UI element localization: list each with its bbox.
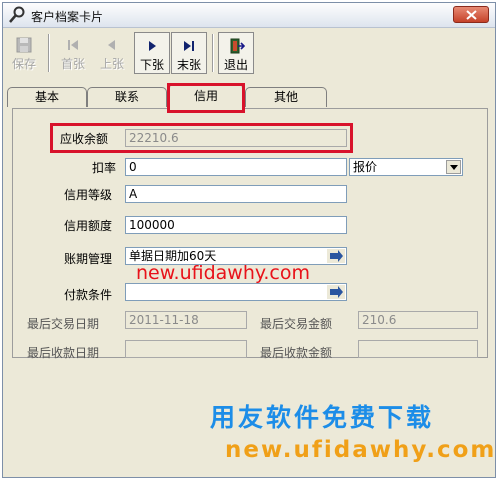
toolbar-separator — [48, 34, 50, 72]
watermark-banner-url: new.ufidawhy.com — [225, 437, 497, 463]
last-trade-amount-label: 最后交易金额 — [260, 317, 333, 331]
account-period-value: 单据日期加60天 — [129, 249, 217, 263]
receivable-highlight — [50, 123, 353, 153]
first-record-button[interactable]: 首张 — [54, 32, 92, 74]
reference-button[interactable] — [327, 285, 345, 299]
close-button[interactable] — [453, 6, 489, 23]
last-receipt-amount-label: 最后收款金额 — [260, 346, 333, 360]
first-record-label: 首张 — [60, 57, 85, 71]
next-record-icon — [149, 41, 156, 51]
credit-limit-field[interactable]: 100000 — [125, 216, 347, 234]
next-record-label: 下张 — [139, 58, 164, 72]
title-bar: 客户档案卡片 — [3, 3, 495, 28]
last-receipt-date-label: 最后收款日期 — [27, 346, 100, 360]
last-receipt-date-field — [125, 340, 247, 358]
credit-level-field[interactable]: A — [125, 185, 347, 203]
discount-rate-label: 扣率 — [92, 161, 117, 175]
account-period-label: 账期管理 — [64, 252, 113, 266]
credit-limit-label: 信用额度 — [64, 219, 113, 233]
credit-tab-highlight — [167, 83, 245, 113]
payment-terms-field[interactable] — [125, 283, 347, 301]
tab-other[interactable]: 其他 — [245, 87, 327, 107]
save-label: 保存 — [11, 57, 36, 71]
toolbar: 保存 首张 上张 下张 末张 退出 — [3, 28, 495, 78]
exit-door-icon — [230, 38, 245, 54]
last-trade-date-label: 最后交易日期 — [27, 317, 100, 331]
price-type-select[interactable]: 报价 — [349, 158, 463, 176]
exit-label: 退出 — [223, 58, 248, 72]
last-trade-date-field: 2011-11-18 — [125, 311, 247, 329]
price-type-value: 报价 — [353, 160, 378, 174]
close-icon — [466, 10, 477, 20]
reference-lookup-icon — [327, 285, 345, 299]
watermark-url-overlay: new.ufidawhy.com — [136, 262, 311, 284]
toolbar-separator — [212, 34, 214, 72]
first-record-icon — [68, 40, 78, 50]
reference-button[interactable] — [327, 249, 345, 263]
last-trade-amount-field: 210.6 — [358, 311, 478, 329]
previous-record-icon — [108, 40, 115, 50]
tab-strip: 基本 联系 信用 其他 — [3, 83, 495, 109]
dropdown-button[interactable] — [446, 160, 461, 174]
payment-terms-label: 付款条件 — [64, 288, 113, 302]
watermark-banner-text: 用友软件免费下载 — [210, 403, 435, 432]
reference-lookup-icon — [327, 249, 345, 263]
window-title: 客户档案卡片 — [31, 10, 104, 24]
discount-rate-field[interactable]: 0 — [125, 158, 347, 176]
credit-level-label: 信用等级 — [64, 188, 113, 202]
floppy-disk-icon — [16, 37, 32, 53]
last-record-button[interactable]: 末张 — [171, 32, 207, 74]
chevron-down-icon — [450, 165, 458, 170]
previous-record-label: 上张 — [99, 57, 124, 71]
previous-record-button[interactable]: 上张 — [93, 32, 131, 74]
last-receipt-amount-field — [358, 340, 478, 358]
save-button[interactable]: 保存 — [5, 32, 43, 74]
last-record-icon — [184, 41, 194, 51]
tab-contact[interactable]: 联系 — [87, 87, 167, 107]
tab-basic[interactable]: 基本 — [7, 87, 87, 107]
last-record-label: 末张 — [176, 58, 201, 72]
next-record-button[interactable]: 下张 — [134, 32, 170, 74]
exit-button[interactable]: 退出 — [218, 32, 254, 74]
magnifier-icon — [8, 6, 26, 24]
